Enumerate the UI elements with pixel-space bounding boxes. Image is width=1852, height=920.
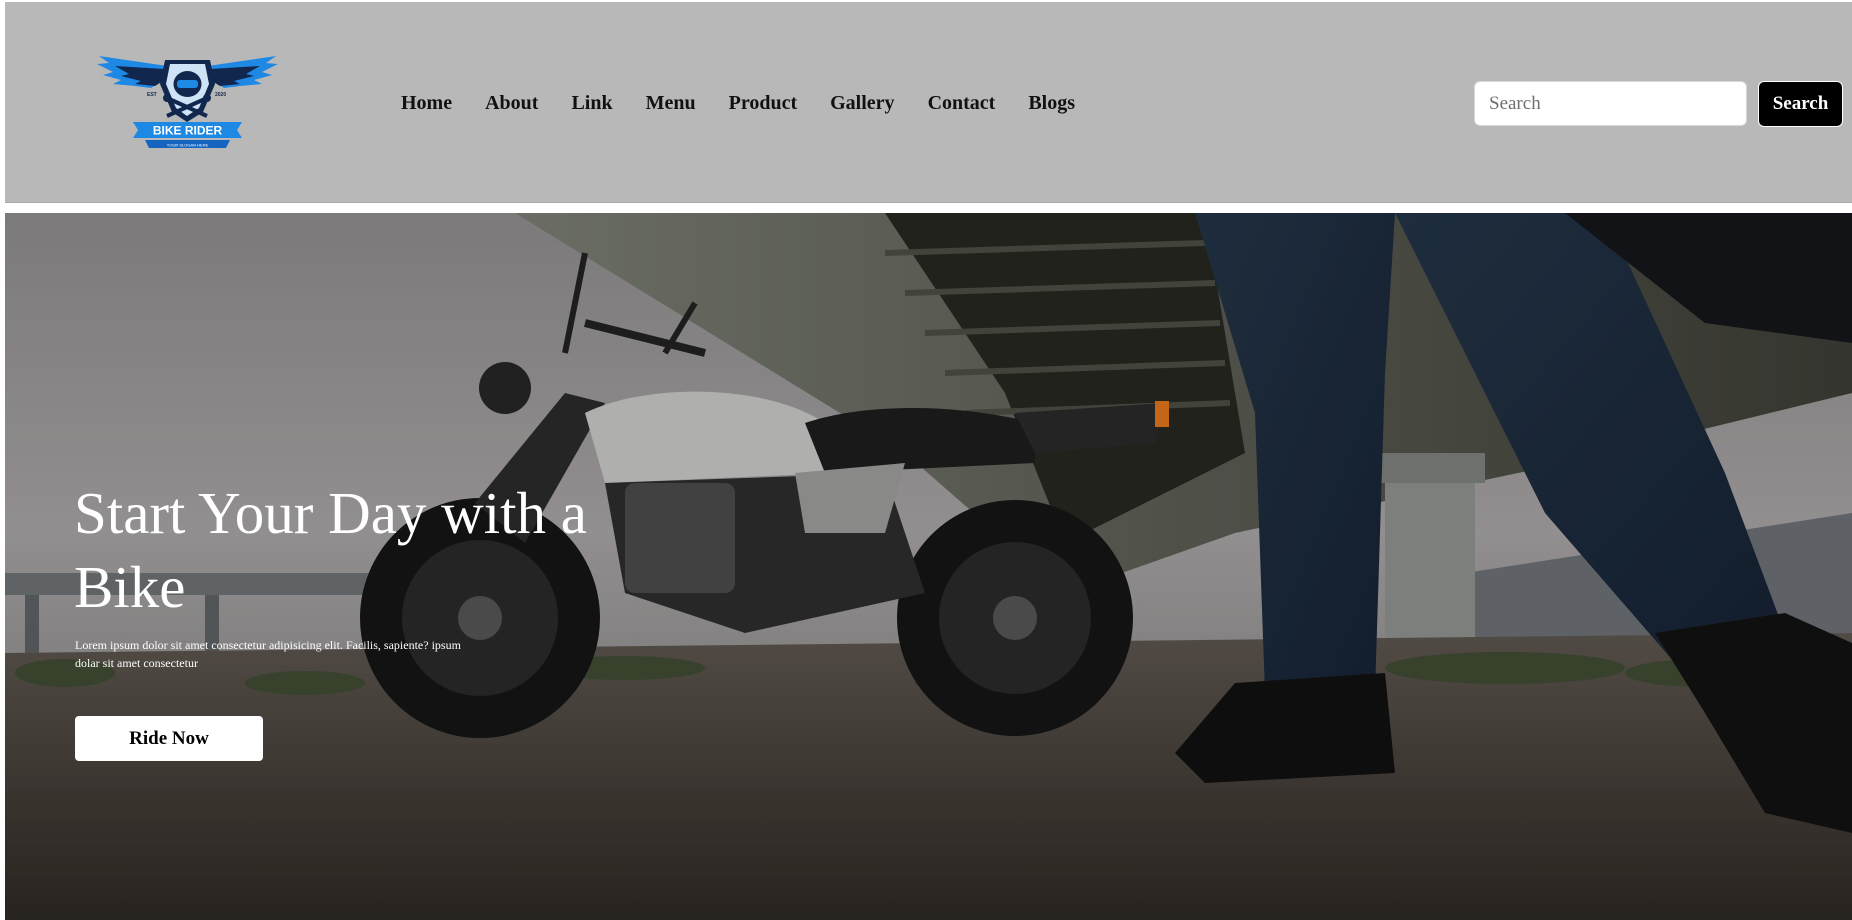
logo-est-right: 2020 (215, 92, 226, 98)
nav-gallery[interactable]: Gallery (830, 92, 894, 115)
page: EST 2020 BIKE RIDER YOUR SLOGAN HERE Hom… (0, 0, 1852, 920)
nav-home[interactable]: Home (401, 92, 452, 115)
site-header: EST 2020 BIKE RIDER YOUR SLOGAN HERE Hom… (5, 2, 1852, 203)
bike-rider-logo[interactable]: EST 2020 BIKE RIDER YOUR SLOGAN HERE (95, 54, 280, 152)
nav-menu[interactable]: Menu (646, 92, 696, 115)
logo-tagline: YOUR SLOGAN HERE (167, 143, 209, 148)
nav-product[interactable]: Product (729, 92, 798, 115)
nav-about[interactable]: About (485, 92, 538, 115)
nav-blogs[interactable]: Blogs (1028, 92, 1075, 115)
search-input[interactable] (1474, 81, 1747, 126)
main-nav: Home About Link Menu Product Gallery Con… (401, 92, 1108, 115)
ride-now-button[interactable]: Ride Now (75, 716, 263, 761)
logo-graphic: EST 2020 BIKE RIDER YOUR SLOGAN HERE (97, 56, 278, 148)
logo-text: BIKE RIDER (153, 124, 223, 138)
logo-est-left: EST (147, 92, 157, 98)
nav-contact[interactable]: Contact (928, 92, 996, 115)
nav-link[interactable]: Link (571, 92, 612, 115)
hero-title: Start Your Day with a Bike (74, 480, 587, 620)
search-button[interactable]: Search (1758, 81, 1843, 127)
hero-description: Lorem ipsum dolor sit amet consectetur a… (75, 638, 461, 670)
hero-section: Start Your Day with a Bike Lorem ipsum d… (5, 213, 1852, 920)
